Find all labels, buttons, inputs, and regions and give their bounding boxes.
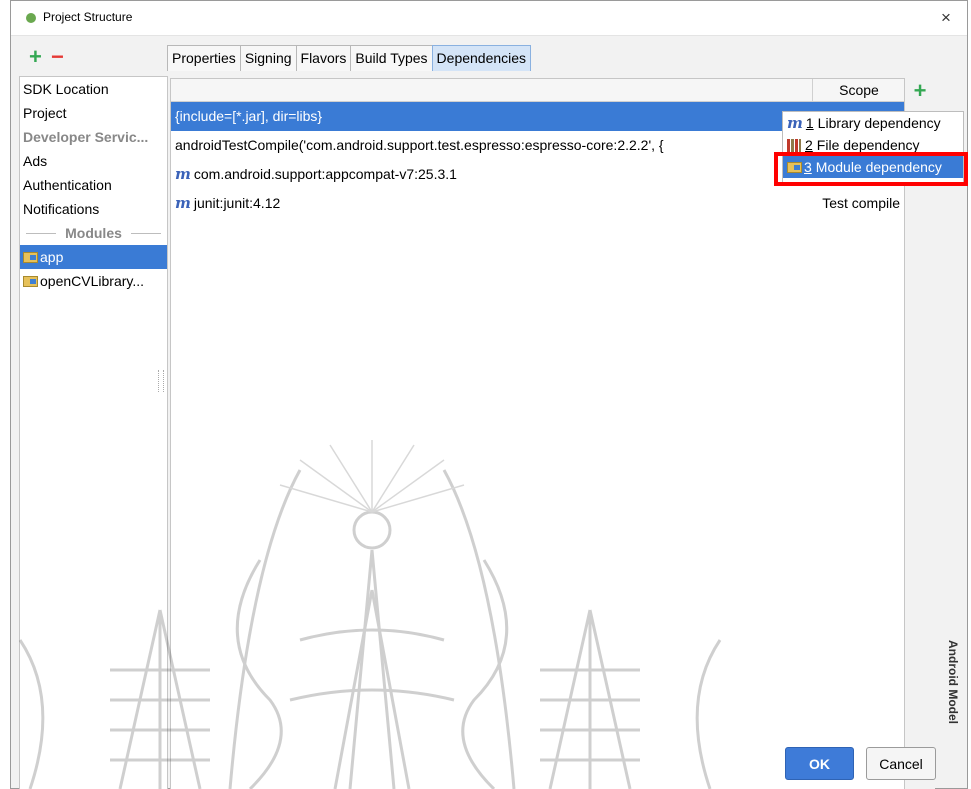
panel-splitter[interactable]: [158, 370, 164, 392]
menu-item-number: 3: [804, 159, 812, 175]
menu-item-number: 1: [805, 115, 814, 131]
module-item-app[interactable]: app: [20, 245, 167, 269]
dependency-label: {include=[*.jar], dir=libs}: [175, 108, 323, 124]
menu-item-library-dependency[interactable]: m 1 Library dependency: [783, 112, 963, 134]
add-dependency-popup-menu: m 1 Library dependency 2 File dependency 3M…: [782, 111, 964, 183]
nav-item-project[interactable]: Project: [20, 101, 167, 125]
module-item-opencvlibrary[interactable]: openCVLibrary...: [20, 269, 167, 293]
menu-item-label: Module dependency: [815, 159, 942, 175]
nav-item-ads[interactable]: Ads: [20, 149, 167, 173]
modules-separator: Modules: [20, 221, 167, 245]
maven-library-icon: m: [175, 165, 191, 183]
file-icon: [787, 139, 801, 152]
left-navigation-panel: SDK Location Project Developer Servic...…: [19, 76, 168, 789]
dependency-row[interactable]: m junit:junit:4.12 Test compile: [171, 189, 904, 218]
tab-properties[interactable]: Properties: [167, 45, 241, 71]
dependency-label: com.android.support:appcompat-v7:25.3.1: [193, 166, 457, 182]
tab-signing[interactable]: Signing: [239, 45, 297, 71]
nav-item-authentication[interactable]: Authentication: [20, 173, 167, 197]
cancel-button[interactable]: Cancel: [866, 747, 936, 780]
android-model-side-tab[interactable]: Android Model: [946, 640, 960, 724]
tab-bar: Properties Signing Flavors Build Types D…: [167, 45, 532, 71]
tab-dependencies[interactable]: Dependencies: [431, 45, 532, 71]
table-header: Scope: [171, 79, 904, 102]
scope-column-header[interactable]: Scope: [812, 79, 904, 101]
window-title: Project Structure: [43, 10, 133, 24]
menu-item-number: 2: [805, 137, 813, 153]
android-studio-icon: [26, 13, 36, 23]
dependencies-table: Scope {include=[*.jar], dir=libs} androi…: [170, 78, 905, 789]
library-icon: m: [787, 114, 803, 132]
add-dependency-button[interactable]: +: [907, 79, 933, 103]
remove-module-button[interactable]: −: [51, 46, 64, 68]
module-folder-icon: [23, 252, 38, 263]
nav-item-notifications[interactable]: Notifications: [20, 197, 167, 221]
module-folder-icon: [23, 276, 38, 287]
dependency-scope[interactable]: Test compile: [822, 189, 900, 218]
menu-item-label: File dependency: [816, 137, 920, 153]
dependency-label: junit:junit:4.12: [193, 195, 281, 211]
module-folder-icon: [787, 162, 802, 173]
nav-item-sdk-location[interactable]: SDK Location: [20, 77, 167, 101]
title-bar: Project Structure ×: [11, 1, 967, 36]
module-label: app: [40, 249, 64, 265]
table-toolbar: [905, 78, 935, 789]
menu-item-file-dependency[interactable]: 2 File dependency: [783, 134, 963, 156]
dependency-label: androidTestCompile('com.android.support.…: [175, 137, 664, 153]
ok-button[interactable]: OK: [785, 747, 854, 780]
tab-build-types[interactable]: Build Types: [350, 45, 433, 71]
module-label: openCVLibrary...: [40, 273, 145, 289]
menu-item-label: Library dependency: [817, 115, 941, 131]
maven-library-icon: m: [175, 194, 191, 212]
nav-group-developer-services[interactable]: Developer Servic...: [20, 125, 167, 149]
add-module-button[interactable]: +: [29, 46, 42, 68]
menu-item-module-dependency[interactable]: 3 Module dependency: [783, 156, 963, 178]
tab-flavors[interactable]: Flavors: [295, 45, 352, 71]
close-button[interactable]: ×: [935, 7, 957, 29]
